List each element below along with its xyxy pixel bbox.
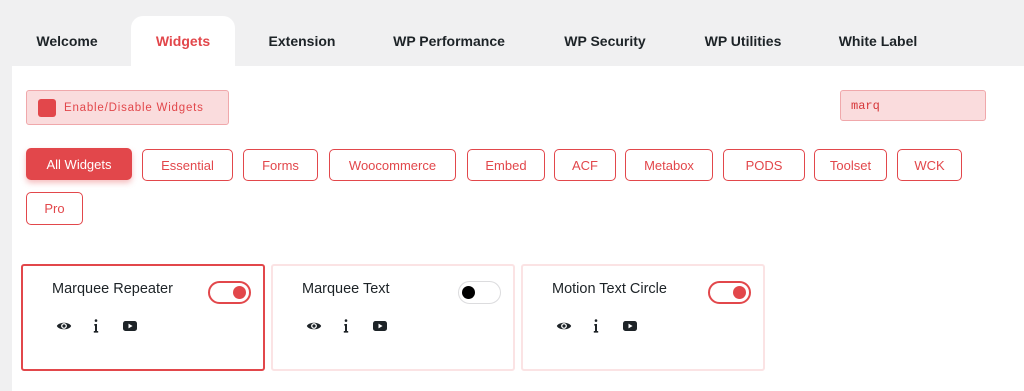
filter-wck[interactable]: WCK: [897, 149, 962, 181]
toggle-knob: [233, 286, 246, 299]
toggle-knob: [733, 286, 746, 299]
tab-white-label[interactable]: White Label: [822, 16, 934, 66]
filter-embed[interactable]: Embed: [467, 149, 545, 181]
tab-wp-security[interactable]: WP Security: [547, 16, 663, 66]
filter-toolset[interactable]: Toolset: [814, 149, 887, 181]
widget-title: Marquee Text: [302, 281, 390, 297]
video-icon[interactable]: [622, 318, 638, 334]
toggle-knob: [462, 286, 475, 299]
widgets-panel: Enable/Disable Widgets All Widgets Essen…: [12, 66, 1024, 391]
widget-toggle[interactable]: [458, 281, 501, 304]
tab-bar: Welcome Widgets Extension WP Performance…: [0, 0, 1024, 66]
eye-icon[interactable]: [306, 318, 322, 334]
tab-wp-utilities[interactable]: WP Utilities: [687, 16, 799, 66]
widget-toggle[interactable]: [208, 281, 251, 304]
filter-pro[interactable]: Pro: [26, 192, 83, 225]
tab-wp-performance[interactable]: WP Performance: [378, 16, 520, 66]
widget-card-marquee-repeater[interactable]: Marquee Repeater: [21, 264, 265, 371]
video-icon[interactable]: [122, 318, 138, 334]
info-icon[interactable]: [88, 318, 104, 334]
widget-card-motion-text-circle[interactable]: Motion Text Circle: [521, 264, 765, 371]
filter-woocommerce[interactable]: Woocommerce: [329, 149, 456, 181]
widget-title: Marquee Repeater: [52, 281, 173, 297]
info-icon[interactable]: [588, 318, 604, 334]
widget-toggle[interactable]: [708, 281, 751, 304]
enable-disable-widgets-button[interactable]: Enable/Disable Widgets: [26, 90, 229, 125]
eye-icon[interactable]: [56, 318, 72, 334]
info-icon[interactable]: [338, 318, 354, 334]
eye-icon[interactable]: [556, 318, 572, 334]
widget-card-marquee-text[interactable]: Marquee Text: [271, 264, 515, 371]
video-icon[interactable]: [372, 318, 388, 334]
widget-search-input[interactable]: [840, 90, 986, 121]
filter-all-widgets[interactable]: All Widgets: [26, 148, 132, 180]
filter-pods[interactable]: PODS: [723, 149, 805, 181]
tab-welcome[interactable]: Welcome: [16, 16, 118, 66]
widget-title: Motion Text Circle: [552, 281, 667, 297]
tab-extension[interactable]: Extension: [248, 16, 356, 66]
enable-all-checkbox[interactable]: [38, 98, 56, 117]
filter-forms[interactable]: Forms: [243, 149, 318, 181]
tab-widgets[interactable]: Widgets: [131, 16, 235, 66]
enable-disable-label: Enable/Disable Widgets: [64, 101, 204, 114]
filter-metabox[interactable]: Metabox: [625, 149, 713, 181]
filter-acf[interactable]: ACF: [554, 149, 616, 181]
filter-essential[interactable]: Essential: [142, 149, 233, 181]
